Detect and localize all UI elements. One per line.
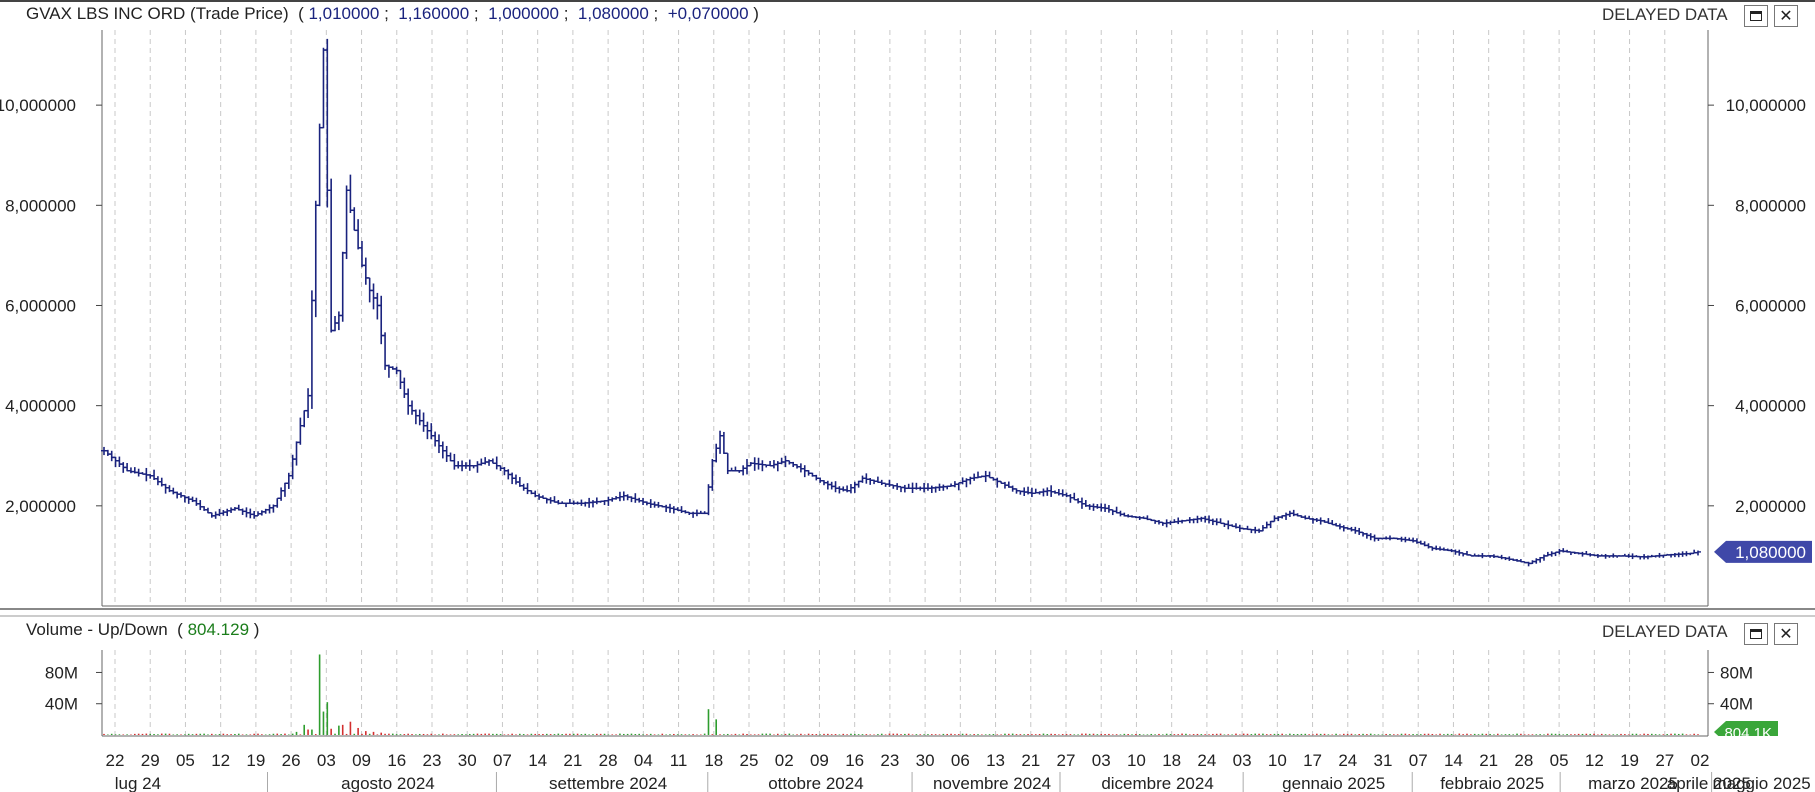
x-tick-label: 24	[1338, 751, 1357, 770]
x-tick-label: 06	[951, 751, 970, 770]
price-volume-chart[interactable]: 2,000000 2,000000 4,000000 4,000000 6,000000…	[0, 0, 1815, 792]
x-month-label: settembre 2024	[549, 774, 667, 792]
x-tick-label: 23	[423, 751, 442, 770]
x-month-label: ottobre 2024	[768, 774, 863, 792]
x-tick-label: 21	[563, 751, 582, 770]
x-tick-label: 18	[704, 751, 723, 770]
x-tick-label: 13	[986, 751, 1005, 770]
x-tick-label: 14	[528, 751, 547, 770]
x-tick-label: 03	[317, 751, 336, 770]
y-tick-label: 8,000000	[1735, 196, 1806, 215]
x-tick-label: 09	[352, 751, 371, 770]
x-tick-label: 16	[387, 751, 406, 770]
x-tick-label: 30	[916, 751, 935, 770]
x-tick-label: 02	[1691, 751, 1710, 770]
x-tick-label: 28	[599, 751, 618, 770]
x-tick-label: 28	[1514, 751, 1533, 770]
x-tick-label: 26	[282, 751, 301, 770]
x-tick-label: 27	[1057, 751, 1076, 770]
x-tick-label: 25	[740, 751, 759, 770]
x-tick-label: 17	[1303, 751, 1322, 770]
panel-frames	[0, 30, 1815, 737]
y-tick-label: 10,000000	[0, 96, 76, 115]
y-tick-label: 4,000000	[1735, 397, 1806, 416]
last-price-tag: 1,080000	[1714, 540, 1812, 563]
x-tick-label: 10	[1268, 751, 1287, 770]
x-tick-label: 11	[670, 751, 688, 770]
y-tick-label: 6,000000	[1735, 296, 1806, 315]
volume-bars	[103, 654, 1699, 735]
y-tick-label: 40M	[1720, 695, 1753, 714]
grid	[114, 30, 1666, 736]
x-tick-label: 27	[1655, 751, 1674, 770]
x-tick-label: 24	[1197, 751, 1216, 770]
x-tick-label: 19	[1620, 751, 1639, 770]
x-month-label: lug 24	[115, 774, 161, 792]
price-bars	[101, 38, 1701, 567]
x-tick-label: 14	[1444, 751, 1463, 770]
y-tick-label: 4,000000	[5, 397, 76, 416]
x-tick-label: 16	[845, 751, 864, 770]
x-month-label: gennaio 2025	[1282, 774, 1385, 792]
x-tick-label: 18	[1162, 751, 1181, 770]
x-tick-label: 22	[106, 751, 125, 770]
x-month-label: agosto 2024	[341, 774, 435, 792]
x-tick-label: 31	[1374, 751, 1393, 770]
volume-tag-clip	[1712, 736, 1812, 746]
x-tick-label: 03	[1233, 751, 1252, 770]
x-tick-label: 07	[1409, 751, 1428, 770]
y-tick-label: 2,000000	[1735, 497, 1806, 516]
y-tick-label: 10,000000	[1726, 96, 1806, 115]
x-tick-label: 03	[1092, 751, 1111, 770]
y-tick-label: 2,000000	[5, 497, 76, 516]
x-tick-label: 04	[634, 751, 653, 770]
y-tick-label: 40M	[45, 695, 78, 714]
y-tick-label: 80M	[45, 663, 78, 682]
x-tick-label: 12	[1585, 751, 1604, 770]
x-month-label: dicembre 2024	[1101, 774, 1213, 792]
last-price-tag-label: 1,080000	[1735, 543, 1806, 562]
x-month-label: febbraio 2025	[1440, 774, 1544, 792]
x-tick-label: 12	[211, 751, 230, 770]
y-tick-label: 80M	[1720, 663, 1753, 682]
x-month-label: maggio 2025	[1712, 774, 1810, 792]
x-tick-label: 05	[1550, 751, 1569, 770]
x-tick-label: 23	[880, 751, 899, 770]
y-tick-label: 8,000000	[5, 196, 76, 215]
x-month-label: novembre 2024	[933, 774, 1051, 792]
x-tick-label: 29	[141, 751, 160, 770]
last-value-tags: 1,080000804.1K	[1712, 540, 1812, 746]
x-tick-label: 10	[1127, 751, 1146, 770]
x-tick-label: 05	[176, 751, 195, 770]
x-tick-label: 07	[493, 751, 512, 770]
x-tick-label: 21	[1479, 751, 1498, 770]
x-tick-label: 19	[246, 751, 265, 770]
x-month-label: marzo 2025	[1588, 774, 1678, 792]
y-axis: 2,000000 2,000000 4,000000 4,000000 6,000000…	[0, 96, 1806, 714]
x-tick-label: 02	[775, 751, 794, 770]
x-tick-label: 09	[810, 751, 829, 770]
y-tick-label: 6,000000	[5, 296, 76, 315]
x-tick-label: 30	[458, 751, 477, 770]
x-tick-label: 21	[1021, 751, 1040, 770]
x-axis: 22 29 05 12 19 26 03 09 16 23 30 07 14 21 28 04 11 18 25 02…	[106, 751, 1811, 792]
